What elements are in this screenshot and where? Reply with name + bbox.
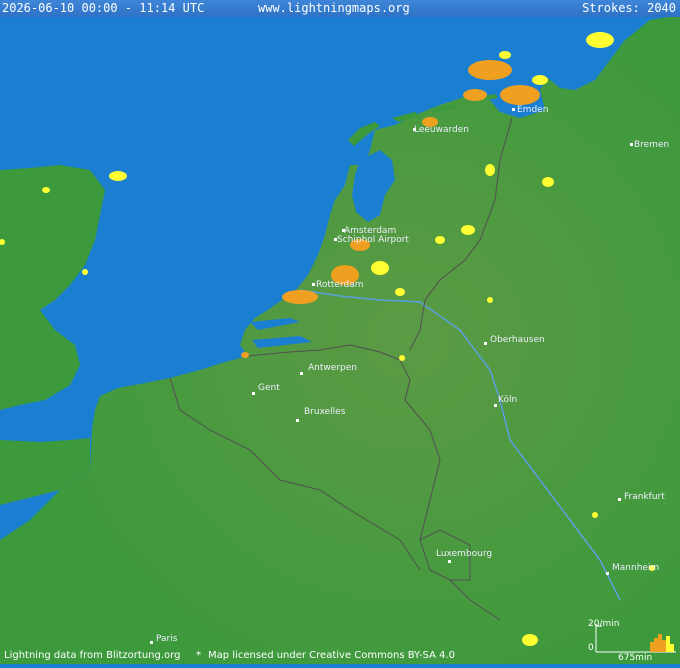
svg-text:Köln: Köln [498, 395, 517, 405]
histogram-rate-label: 20/min [588, 619, 620, 629]
svg-text:Mannheim: Mannheim [612, 563, 659, 573]
city-bremen: Bremen [630, 140, 669, 150]
city-emden: Emden [512, 105, 548, 115]
footer-credits: Lightning data from Blitzortung.org * Ma… [0, 648, 590, 664]
svg-text:Rotterdam: Rotterdam [316, 280, 364, 290]
svg-text:Emden: Emden [517, 105, 548, 115]
svg-text:Bruxelles: Bruxelles [304, 407, 346, 417]
credit-map-link[interactable]: Map licensed under Creative Commons BY-S… [208, 648, 455, 664]
svg-text:Paris: Paris [156, 634, 178, 644]
svg-text:Frankfurt: Frankfurt [624, 492, 665, 502]
header-bar: 2026-06-10 00:00 - 11:14 UTC www.lightni… [0, 0, 680, 17]
time-range: 2026-06-10 00:00 - 11:14 UTC [2, 1, 205, 15]
strokes-count: Strokes: 2040 [582, 1, 676, 15]
svg-text:Schiphol Airport: Schiphol Airport [337, 235, 409, 245]
credit-data-link[interactable]: Lightning data from Blitzortung.org [4, 648, 180, 664]
credit-separator: * [196, 650, 201, 661]
svg-text:Antwerpen: Antwerpen [308, 363, 357, 373]
city-rotterdam: Rotterdam [312, 280, 364, 290]
svg-text:Luxembourg: Luxembourg [436, 549, 492, 559]
city-leeuwarden: Leeuwarden [413, 125, 469, 135]
svg-text:Gent: Gent [258, 383, 280, 393]
svg-text:Oberhausen: Oberhausen [490, 335, 545, 345]
svg-text:Bremen: Bremen [634, 140, 669, 150]
city-frankfurt: Frankfurt [618, 492, 665, 502]
histogram-span-label: 675min [618, 653, 653, 663]
svg-text:Leeuwarden: Leeuwarden [414, 125, 469, 135]
city-oberhausen: Oberhausen [484, 335, 545, 345]
stroke-rate-histogram: 20/min 0 675min [588, 619, 680, 664]
histogram-zero-label: 0 [588, 643, 594, 653]
city-schiphol: Schiphol Airport [334, 235, 409, 245]
lightning-map[interactable]: Leeuwarden Emden Bremen Amsterdam Schiph… [0, 0, 680, 664]
site-link[interactable]: www.lightningmaps.org [258, 0, 410, 17]
